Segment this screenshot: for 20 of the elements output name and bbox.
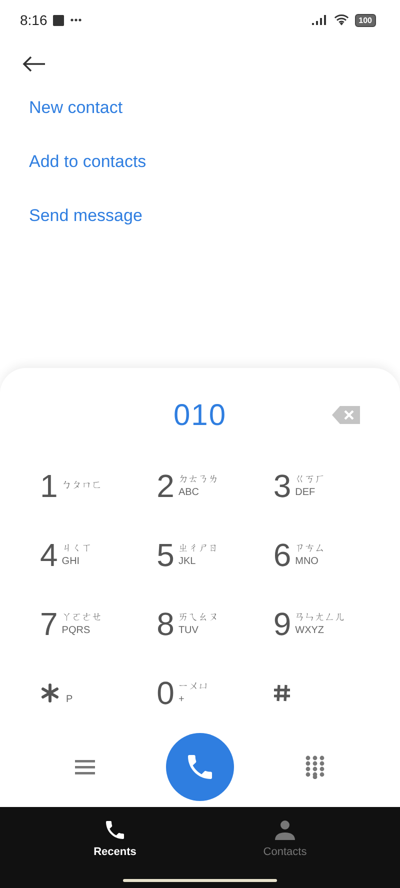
person-icon	[273, 818, 297, 842]
dialed-number: 010	[173, 399, 227, 433]
notification-icon	[53, 14, 64, 26]
nav-tab[interactable]: Recents	[75, 817, 155, 859]
action-link[interactable]: Send message	[29, 204, 142, 228]
back-arrow-icon	[22, 56, 46, 72]
hash-icon	[273, 684, 292, 702]
phone-icon	[103, 818, 127, 842]
keypad-button[interactable]	[304, 755, 325, 779]
battery-level: 100	[354, 14, 376, 26]
status-time: 8:16	[20, 12, 48, 28]
nav-tab[interactable]: Contacts	[245, 817, 325, 859]
menu-button[interactable]	[75, 759, 96, 775]
signal-icon	[312, 15, 328, 25]
wifi-icon	[334, 14, 349, 26]
action-link[interactable]: New contact	[29, 96, 123, 120]
action-link[interactable]: Add to contacts	[29, 150, 146, 174]
more-icon	[70, 18, 82, 22]
asterisk-icon	[40, 682, 60, 702]
dial-key[interactable]: P	[40, 670, 73, 714]
